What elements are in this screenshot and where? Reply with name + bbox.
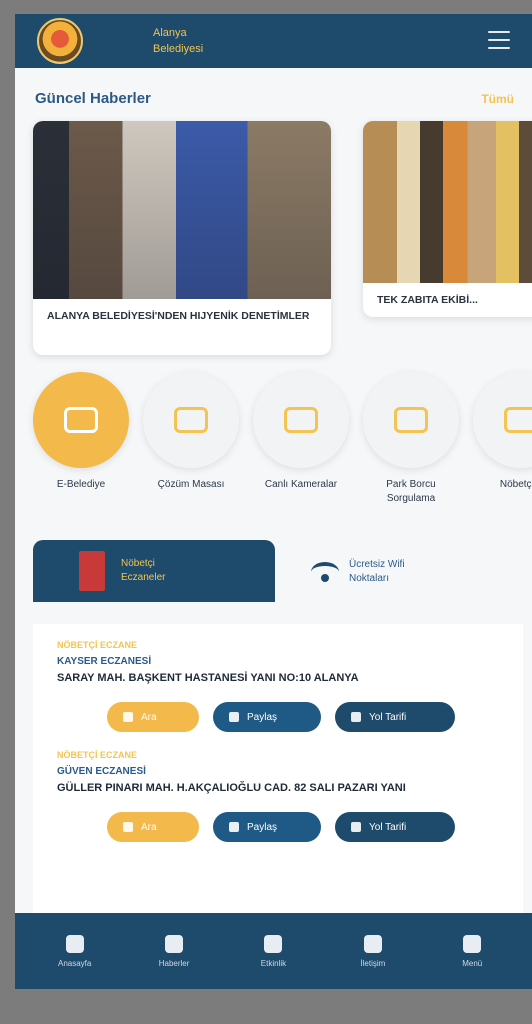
- tab-label-line: Eczaneler: [121, 572, 166, 583]
- service-circle: [253, 372, 349, 468]
- news-card[interactable]: TEK ZABITA EKİBİ...: [363, 121, 532, 317]
- pharmacy-address: SARAY MAH. BAŞKENT HASTANESİ YANI NO:10 …: [57, 672, 359, 684]
- call-label: Ara: [141, 711, 157, 723]
- pharmacy-actions: Ara Paylaş Yol Tarifi: [107, 702, 509, 732]
- phone-icon: [123, 712, 133, 722]
- call-label: Ara: [141, 821, 157, 833]
- wifi-icon: [311, 562, 339, 582]
- location-icon: [351, 822, 361, 832]
- service-circle: [473, 372, 532, 468]
- tab-label-line: Noktaları: [349, 573, 390, 584]
- quick-services-row: E-Belediye Çözüm Masası Canlı Kameralar …: [15, 372, 532, 522]
- service-circle: [143, 372, 239, 468]
- nav-label: Menü: [462, 958, 483, 968]
- news-photo: [363, 121, 532, 283]
- pharmacy-list: NÖBETÇİ ECZANE KAYSER ECZANESİ SARAY MAH…: [33, 624, 523, 924]
- monitor-icon: [64, 407, 98, 433]
- hamburger-menu-icon[interactable]: [488, 31, 510, 49]
- service-label: Canlı Kameralar: [264, 479, 338, 490]
- service-label: E-Belediye: [56, 479, 106, 490]
- brand-line-1: Alanya: [153, 27, 187, 39]
- tab-nobetci-eczaneler[interactable]: Nöbetçi Eczaneler: [33, 540, 275, 602]
- home-icon: [65, 934, 84, 953]
- news-photo: [33, 121, 331, 299]
- nav-label: Anasayfa: [58, 958, 92, 968]
- route-label: Yol Tarifi: [369, 821, 407, 833]
- camera-icon: [284, 407, 318, 433]
- service-cozum-masasi[interactable]: Çözüm Masası: [143, 372, 239, 492]
- pharmacy-name: GÜVEN ECZANESİ: [57, 766, 146, 777]
- folder-icon: [504, 407, 532, 433]
- service-canli-kameralar[interactable]: Canlı Kameralar: [253, 372, 349, 492]
- share-icon: [229, 712, 239, 722]
- brand-line-2: Belediyesi: [153, 43, 204, 55]
- parking-icon: [394, 407, 428, 433]
- share-button[interactable]: Paylaş: [213, 702, 321, 732]
- share-label: Paylaş: [247, 711, 278, 723]
- news-section-header: Güncel Haberler Tümü: [15, 68, 532, 107]
- share-button[interactable]: Paylaş: [213, 812, 321, 842]
- news-carousel[interactable]: ALANYA BELEDİYESİ'NDEN HIJYENİK DENETİML…: [15, 121, 532, 366]
- service-label: Çözüm Masası: [157, 479, 225, 490]
- brand-name: Alanya Belediyesi: [153, 25, 203, 57]
- nav-item-menu[interactable]: Menü: [427, 934, 517, 968]
- app-screen: Alanya Belediyesi Güncel Haberler Tümü A…: [15, 14, 532, 989]
- top-app-bar: Alanya Belediyesi: [15, 14, 532, 68]
- service-label: Park Borcu Sorgulama: [386, 479, 436, 504]
- nav-label: İletişim: [360, 958, 386, 968]
- nav-item-etkinlik[interactable]: Etkinlik: [228, 934, 318, 968]
- phone-icon: [123, 822, 133, 832]
- route-button[interactable]: Yol Tarifi: [335, 812, 455, 842]
- service-nobetci[interactable]: Nöbetçi...: [473, 372, 532, 492]
- list-item: NÖBETÇİ ECZANE KAYSER ECZANESİ SARAY MAH…: [33, 640, 523, 732]
- tab-label: Nöbetçi Eczaneler: [121, 557, 165, 585]
- grid-icon: [463, 934, 482, 953]
- service-circle: [363, 372, 459, 468]
- pharmacy-actions: Ara Paylaş Yol Tarifi: [107, 812, 509, 842]
- route-label: Yol Tarifi: [369, 711, 407, 723]
- route-button[interactable]: Yol Tarifi: [335, 702, 455, 732]
- location-icon: [351, 712, 361, 722]
- list-item: NÖBETÇİ ECZANE GÜVEN ECZANESİ GÜLLER PIN…: [33, 750, 523, 842]
- share-label: Paylaş: [247, 821, 278, 833]
- service-park-borcu[interactable]: Park Borcu Sorgulama: [363, 372, 459, 506]
- nav-label: Haberler: [158, 958, 190, 968]
- nav-item-iletisim[interactable]: İletişim: [328, 934, 418, 968]
- service-e-belediye[interactable]: E-Belediye: [33, 372, 129, 492]
- pharmacy-tag: NÖBETÇİ ECZANE: [57, 640, 138, 650]
- news-icon: [165, 934, 184, 953]
- news-card-text: TEK ZABITA EKİBİ...: [377, 294, 478, 306]
- tab-label-line: Ücretsiz Wifi: [349, 559, 405, 570]
- nav-item-anasayfa[interactable]: Anasayfa: [30, 934, 120, 968]
- nav-item-haberler[interactable]: Haberler: [129, 934, 219, 968]
- bottom-navigation: Anasayfa Haberler Etkinlik İletişim Menü: [15, 913, 532, 989]
- headset-icon: [174, 407, 208, 433]
- pharmacy-icon: [79, 551, 105, 591]
- tab-ucretsiz-wifi[interactable]: Ücretsiz Wifi Noktaları: [311, 548, 461, 596]
- share-icon: [229, 822, 239, 832]
- phone-icon: [363, 934, 382, 953]
- pharmacy-wifi-tabs: Nöbetçi Eczaneler Ücretsiz Wifi Noktalar…: [15, 540, 532, 602]
- tab-label: Ücretsiz Wifi Noktaları: [349, 558, 405, 586]
- nav-label: Etkinlik: [260, 958, 287, 968]
- call-button[interactable]: Ara: [107, 812, 199, 842]
- service-circle: [33, 372, 129, 468]
- municipality-logo-icon: [37, 18, 83, 64]
- pharmacy-name: KAYSER ECZANESİ: [57, 656, 152, 667]
- tab-label-line: Nöbetçi: [121, 558, 155, 569]
- see-all-news-link[interactable]: Tümü: [481, 92, 514, 106]
- news-card[interactable]: ALANYA BELEDİYESİ'NDEN HIJYENİK DENETİML…: [33, 121, 331, 355]
- news-card-text: ALANYA BELEDİYESİ'NDEN HIJYENİK DENETİML…: [47, 310, 310, 322]
- service-label: Nöbetçi...: [499, 479, 532, 490]
- pharmacy-address: GÜLLER PINARI MAH. H.AKÇALIOĞLU CAD. 82 …: [57, 782, 406, 794]
- event-icon: [264, 934, 283, 953]
- news-section-title: Güncel Haberler: [35, 90, 151, 107]
- pharmacy-tag: NÖBETÇİ ECZANE: [57, 750, 138, 760]
- call-button[interactable]: Ara: [107, 702, 199, 732]
